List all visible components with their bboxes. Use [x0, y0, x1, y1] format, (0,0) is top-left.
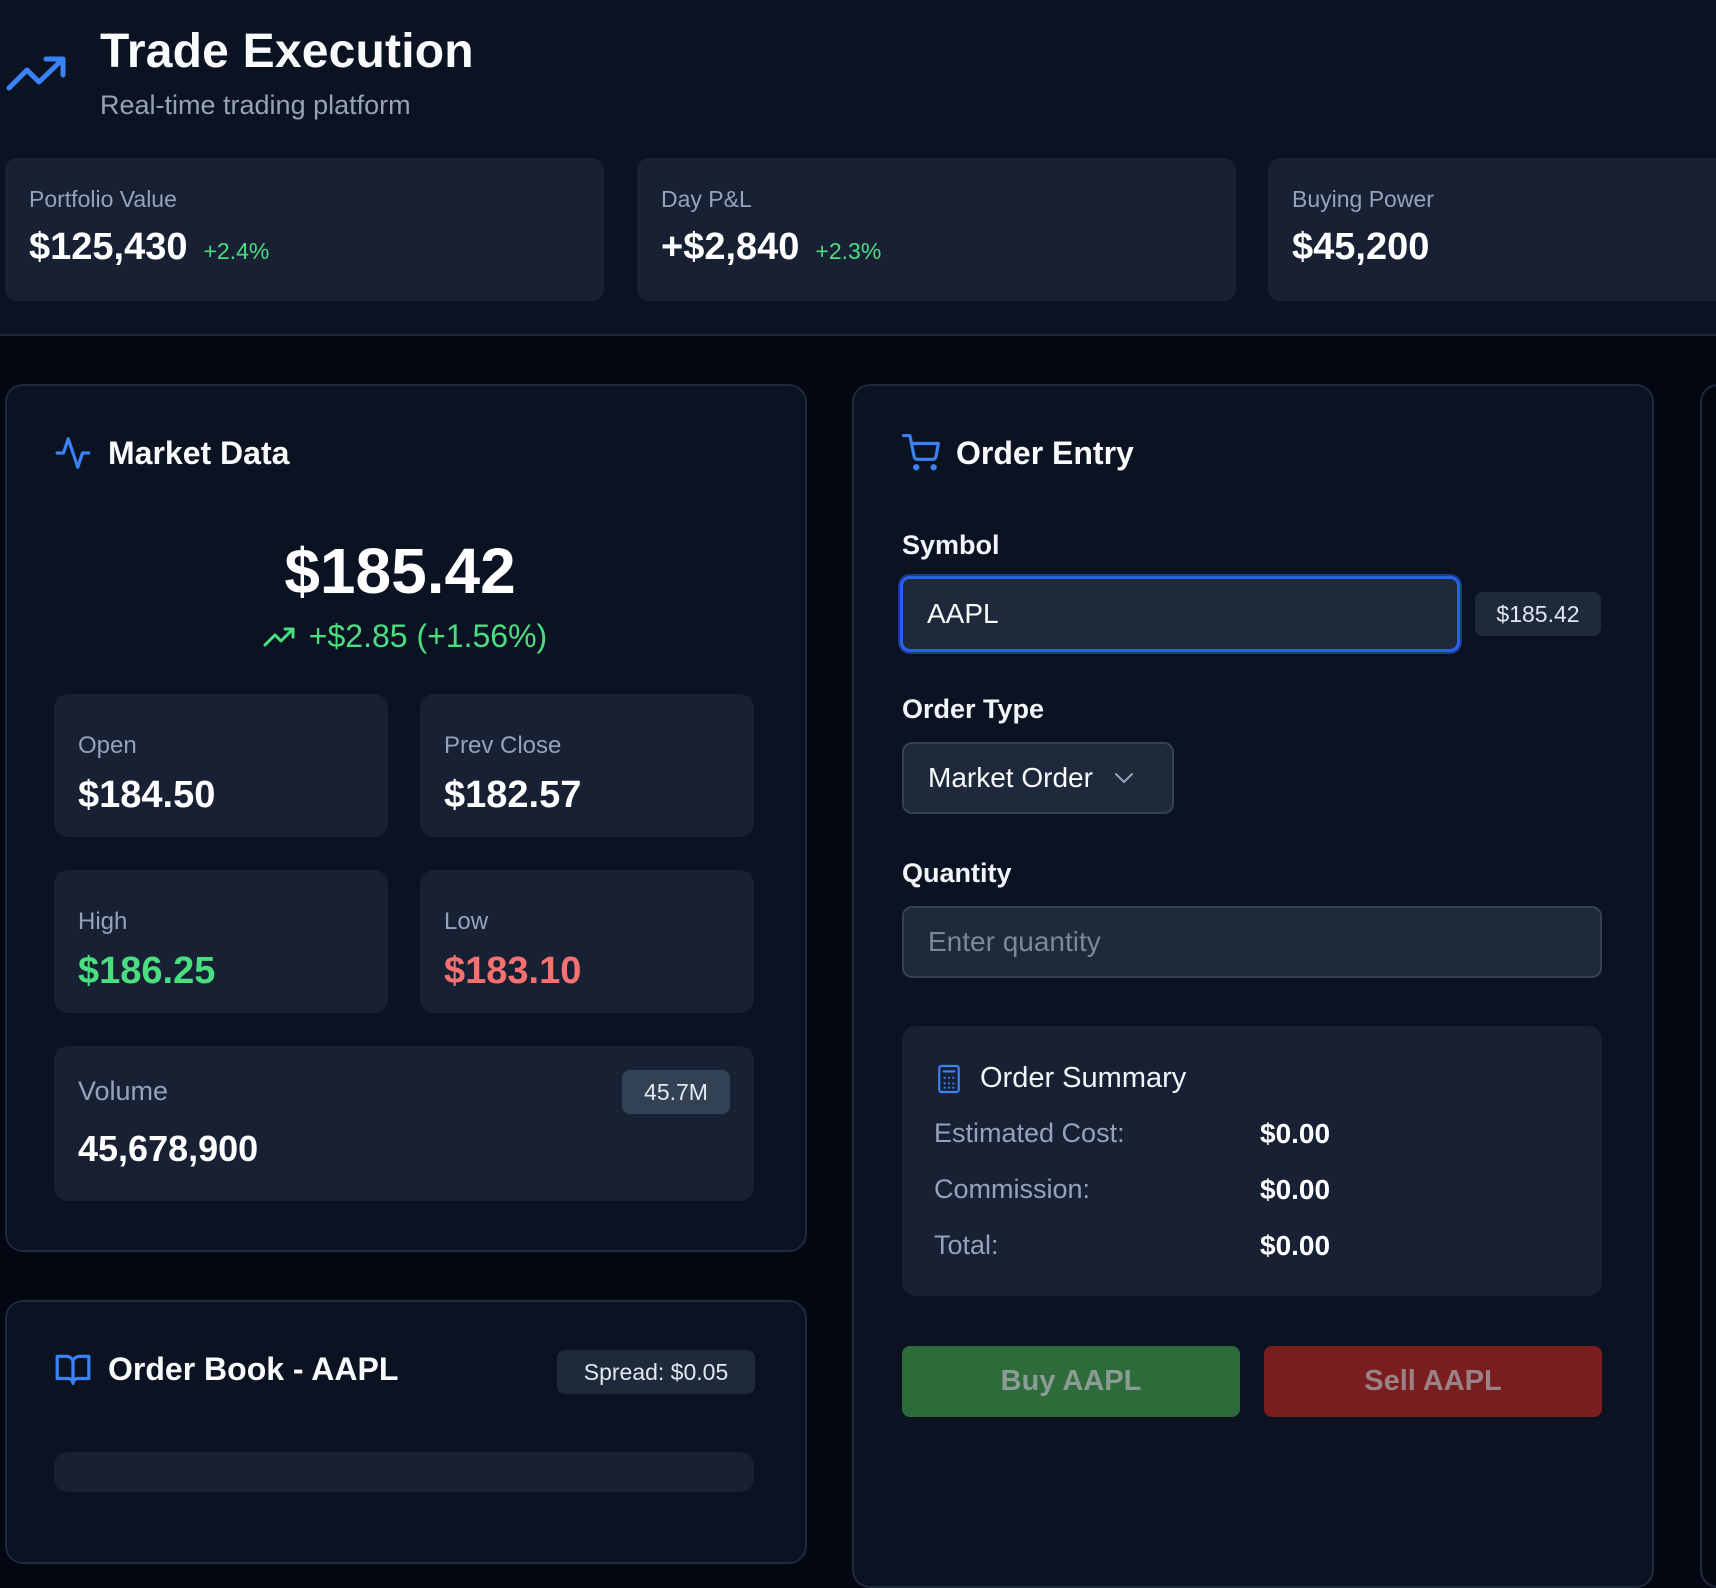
stat-value: $45,200: [1292, 226, 1430, 268]
tile-label: Open: [78, 732, 137, 759]
stat-change: +2.3%: [815, 238, 882, 264]
sell-button[interactable]: Sell AAPL: [1264, 1346, 1602, 1417]
tile-value: $182.57: [444, 774, 582, 816]
commission-label: Commission:: [934, 1174, 1091, 1204]
stat-label: Day P&L: [661, 186, 752, 212]
stat-value: +$2,840: [661, 226, 800, 268]
price-change: +$2.85 (+1.56%): [0, 618, 810, 655]
stat-card-buying-power: Buying Power $45,200: [1268, 158, 1716, 301]
estimated-cost-value: $0.00: [1260, 1118, 1331, 1149]
tile-label: Low: [444, 908, 489, 935]
order-summary-title: Order Summary: [980, 1062, 1187, 1094]
order-type-select[interactable]: Market Order: [902, 742, 1174, 814]
price-change-text: +$2.85 (+1.56%): [308, 618, 548, 654]
symbol-label: Symbol: [902, 530, 1000, 560]
stat-change: +2.4%: [203, 238, 270, 264]
shopping-cart-icon: [902, 434, 940, 471]
tile-label: High: [78, 908, 128, 935]
commission-value: $0.00: [1260, 1174, 1331, 1205]
total-value: $0.00: [1260, 1230, 1331, 1261]
book-open-icon: [55, 1354, 91, 1385]
page-title: Trade Execution: [100, 25, 474, 78]
panel-title: Order Book - AAPL: [108, 1350, 399, 1387]
symbol-input[interactable]: [900, 576, 1460, 652]
order-summary: Order Summary Estimated Cost: $0.00 Comm…: [902, 1026, 1602, 1296]
order-type-label: Order Type: [902, 694, 1045, 724]
stat-label: Buying Power: [1292, 186, 1434, 212]
total-label: Total:: [934, 1230, 999, 1260]
tile-low: Low $183.10: [420, 870, 754, 1013]
order-entry-heading: Order Entry: [902, 434, 1134, 472]
tile-value: 45,678,900: [78, 1128, 259, 1169]
stat-value: $125,430: [29, 226, 188, 268]
market-data-heading: Market Data: [54, 434, 289, 472]
tile-high: High $186.25: [54, 870, 388, 1013]
tile-label: Prev Close: [444, 732, 562, 759]
tile-volume: Volume 45,678,900 45.7M: [54, 1046, 754, 1201]
order-book-table: [54, 1452, 754, 1492]
panel-title: Order Entry: [956, 434, 1134, 471]
quantity-input[interactable]: [902, 906, 1602, 978]
order-summary-heading: Order Summary: [936, 1062, 1186, 1095]
tile-value: $184.50: [78, 774, 216, 816]
page-subtitle: Real-time trading platform: [100, 90, 411, 120]
tile-open: Open $184.50: [54, 694, 388, 837]
tile-value: $183.10: [444, 950, 582, 992]
tile-label: Volume: [78, 1076, 169, 1106]
current-price: $185.42: [284, 535, 516, 607]
header: Trade Execution Real-time trading platfo…: [0, 0, 1716, 336]
quantity-label: Quantity: [902, 858, 1012, 888]
activity-icon: [55, 437, 91, 469]
right-panel-edge: [1700, 384, 1716, 1588]
stat-card-portfolio-value: Portfolio Value $125,430 +2.4%: [5, 158, 604, 301]
spread-badge: Spread: $0.05: [557, 1350, 755, 1394]
trending-up-icon: [6, 56, 66, 91]
estimated-cost-label: Estimated Cost:: [934, 1118, 1125, 1148]
tile-value: $186.25: [78, 950, 216, 992]
order-book-heading: Order Book - AAPL: [54, 1350, 398, 1388]
order-type-value: Market Order: [928, 762, 1093, 793]
panel-title: Market Data: [108, 434, 290, 471]
buy-button[interactable]: Buy AAPL: [902, 1346, 1240, 1417]
tile-prev-close: Prev Close $182.57: [420, 694, 754, 837]
calculator-icon: [938, 1064, 960, 1093]
chevron-down-icon: [1114, 773, 1133, 783]
order-book-panel: [5, 1300, 807, 1564]
volume-badge: 45.7M: [622, 1070, 730, 1114]
symbol-price-badge: $185.42: [1475, 592, 1601, 636]
trending-up-icon: [263, 627, 295, 646]
stat-card-day-pnl: Day P&L +$2,840 +2.3%: [637, 158, 1236, 301]
stat-label: Portfolio Value: [29, 186, 177, 212]
